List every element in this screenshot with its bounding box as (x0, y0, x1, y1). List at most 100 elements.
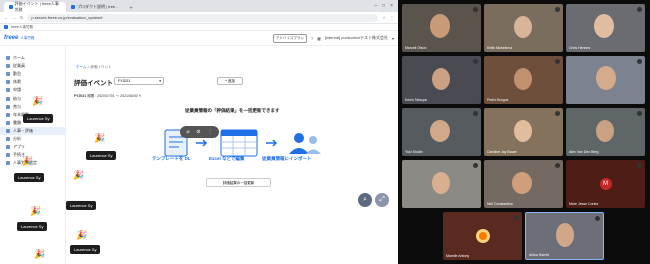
mic-muted-icon (473, 111, 478, 116)
mic-muted-icon (514, 215, 519, 220)
menu-icon[interactable]: ⋮ (390, 15, 394, 20)
forward-icon[interactable]: → (12, 15, 16, 20)
edit-icon[interactable]: ✎ (139, 94, 142, 98)
chevron-down-icon: ▾ (159, 79, 161, 83)
company-name[interactable]: [internal] productionテスト株式会社 (325, 35, 388, 41)
participant-tile[interactable]: Chris Hennes (566, 4, 645, 52)
chevron-down-icon[interactable]: ▾ (392, 36, 394, 41)
mic-muted-icon (555, 111, 560, 116)
expand-button[interactable]: ⤢ (375, 193, 389, 207)
participant-tile[interactable]: Yuki Shotin (402, 108, 481, 156)
party-popper-icon: 🎉 (30, 206, 42, 216)
people-icon (6, 64, 10, 69)
back-icon[interactable]: ← (4, 15, 8, 20)
party-popper-icon: 🎉 (76, 230, 88, 240)
help-icon[interactable]: ? (311, 36, 313, 41)
camera-off-icon[interactable]: ⊘ (196, 129, 200, 135)
participant-tile[interactable]: Caroline Jay Bauer (484, 108, 563, 156)
party-popper-icon: 🎉 (32, 96, 44, 106)
participant-tile-active-speaker[interactable]: Anisa Hamid (525, 212, 604, 260)
sidebar-item-attendance[interactable]: 勤怠 (0, 70, 65, 78)
participant-tile[interactable]: M Mare Jesse Cortez (566, 160, 645, 208)
sidebar-item-home[interactable]: ホーム (0, 54, 65, 62)
sidebar-item-analytics[interactable]: 分析 (0, 135, 65, 143)
participant-name: Keith Nickelinna (487, 46, 513, 50)
arrow-right-icon (196, 139, 208, 147)
bulk-update-headline: 従業員情報の「評価結果」を一括更新できます (185, 108, 280, 113)
tab-evaluation[interactable]: 評価イベント | freee人事労務 (4, 1, 66, 12)
apps-icon[interactable]: ▦ (317, 36, 321, 41)
step-template-download[interactable]: テンプレートを DL (152, 156, 191, 162)
bulk-update-button[interactable]: 評価結果の一括更新 (206, 178, 271, 187)
sidebar-item-leave[interactable]: 休暇 (0, 78, 65, 86)
reaction-name-label: Laurence Sy (17, 222, 48, 231)
page-title: 評価イベント (74, 80, 113, 87)
minimize-icon[interactable]: – (374, 3, 377, 9)
plan-chip[interactable]: アドバイスプラン (272, 33, 307, 43)
zoom-button[interactable]: ⌕ (358, 193, 372, 207)
breadcrumb-home[interactable]: ホーム (76, 65, 86, 69)
participant-tile[interactable]: Marcell Olson (402, 4, 481, 52)
step-excel-edit: Excel などで編集 (209, 156, 245, 161)
participant-avatar (475, 229, 490, 243)
reload-icon[interactable]: ↻ (20, 15, 23, 20)
participant-name: Mare Jesse Cortez (569, 202, 599, 206)
participant-tile[interactable]: Alex Van Den Berg (566, 108, 645, 156)
participant-name: Caroline Jay Bauer (487, 150, 517, 154)
participant-name: Pedro Burgos (487, 98, 509, 102)
party-popper-icon: 🎉 (73, 170, 85, 180)
tab-label: プロダクト説明 | free... (77, 4, 119, 9)
star-icon[interactable]: ☆ (382, 15, 386, 20)
sidebar-item-label: 賞与 (13, 103, 21, 109)
chart-icon (6, 136, 10, 141)
brand-product: 人事労務 (20, 35, 35, 40)
gear-icon (6, 161, 10, 166)
mic-muted-icon (555, 7, 560, 12)
participant-name: Yuki Shotin (405, 150, 423, 154)
participant-name: Alex Van Den Berg (569, 150, 599, 154)
mic-muted-icon (473, 7, 478, 12)
arrow-right-icon (266, 139, 278, 147)
new-tab-button[interactable]: + (128, 6, 134, 12)
sidebar-item-apps[interactable]: アプリ (0, 143, 65, 151)
address-row: ← → ↻ p.secure.freee.co.jp/evaluation_cy… (0, 12, 398, 24)
sidebar-item-label: 分析 (13, 135, 21, 141)
participant-name: Neil Constantino (487, 202, 513, 206)
participant-avatar: M (599, 178, 612, 190)
participant-tile[interactable]: Neil Constantino (484, 160, 563, 208)
maximize-icon[interactable]: □ (382, 3, 385, 9)
tab-label: 評価イベント | freee人事労務 (14, 1, 59, 12)
participant-tile[interactable]: Keith Nickelinna (484, 4, 563, 52)
tab-product[interactable]: プロダクト説明 | free... (66, 2, 128, 12)
request-icon (6, 88, 10, 93)
participant-tile[interactable] (402, 160, 481, 208)
sidebar-item-requests[interactable]: 申請 (0, 86, 65, 94)
mic-muted-icon (637, 111, 642, 116)
window-controls: – □ × (369, 3, 398, 9)
bookmark-item[interactable]: freee人事労務 (11, 25, 33, 30)
sidebar-item-employees[interactable]: 従業員 (0, 62, 65, 70)
participant-name: Marelle Antony (446, 254, 470, 258)
freee-logo[interactable]: freee 人事労務 (4, 35, 34, 41)
participant-tile[interactable] (566, 56, 645, 104)
address-bar[interactable]: p.secure.freee.co.jp/evaluation_cycles/# (27, 13, 379, 22)
mic-off-icon[interactable]: ⌀ (186, 129, 189, 135)
mic-muted-icon (555, 163, 560, 168)
party-popper-icon: 🎉 (94, 133, 106, 143)
sidebar-item-label: 給与 (13, 95, 21, 101)
mic-muted-icon (555, 59, 560, 64)
calendar-icon (6, 80, 10, 85)
sidebar-item-hr-evaluation[interactable]: 人事・評価 (0, 126, 65, 135)
participant-tile[interactable]: Marelle Antony (443, 212, 522, 260)
header-right: アドバイスプラン ? ▦ [internal] productionテスト株式会… (272, 33, 394, 43)
period-select[interactable]: FY2021 ▾ (114, 77, 164, 85)
bonus-icon (6, 104, 10, 109)
more-icon[interactable]: ⋮ (208, 129, 213, 135)
participant-tile[interactable]: Pedro Burgos (484, 56, 563, 104)
sidebar-item-label: 書類 (13, 119, 21, 125)
document-icon (6, 112, 10, 117)
participant-tile[interactable]: Kevin Tatsuya (402, 56, 481, 104)
add-button[interactable]: + 追加 (217, 77, 243, 85)
breadcrumb: ホーム > 評価イベント (76, 65, 111, 70)
close-icon[interactable]: × (390, 3, 393, 9)
